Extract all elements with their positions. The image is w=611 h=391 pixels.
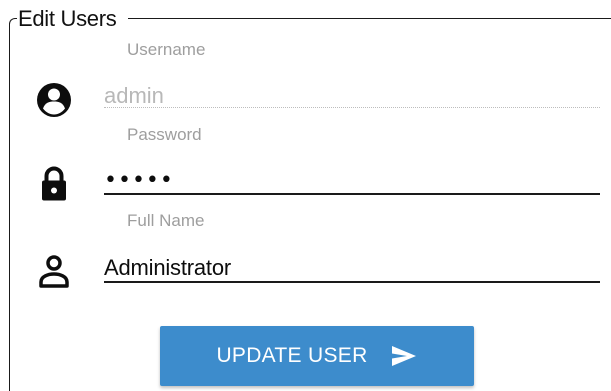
form-legend: Edit Users (18, 6, 117, 31)
password-label: Password (127, 125, 202, 144)
update-user-button-label: UPDATE USER (216, 344, 368, 367)
full-name-field[interactable]: Administrator (104, 255, 231, 281)
fieldset-border-top (128, 18, 611, 19)
lock-icon (34, 163, 74, 203)
username-field[interactable]: admin (104, 83, 164, 109)
user-circle-icon (34, 80, 74, 120)
full-name-field-underline (104, 281, 600, 283)
fieldset-border-corner (9, 18, 17, 27)
fieldset-border-left (9, 26, 10, 391)
edit-users-form: Edit Users Username admin Password ••••• (0, 0, 611, 391)
password-field-underline (104, 193, 600, 195)
send-icon (390, 344, 418, 368)
update-user-button[interactable]: UPDATE USER (160, 326, 474, 386)
user-outline-icon (34, 251, 74, 291)
username-field-underline (104, 107, 600, 108)
username-label: Username (127, 40, 206, 59)
password-field[interactable]: ••••• (104, 168, 174, 194)
full-name-label: Full Name (127, 211, 205, 230)
